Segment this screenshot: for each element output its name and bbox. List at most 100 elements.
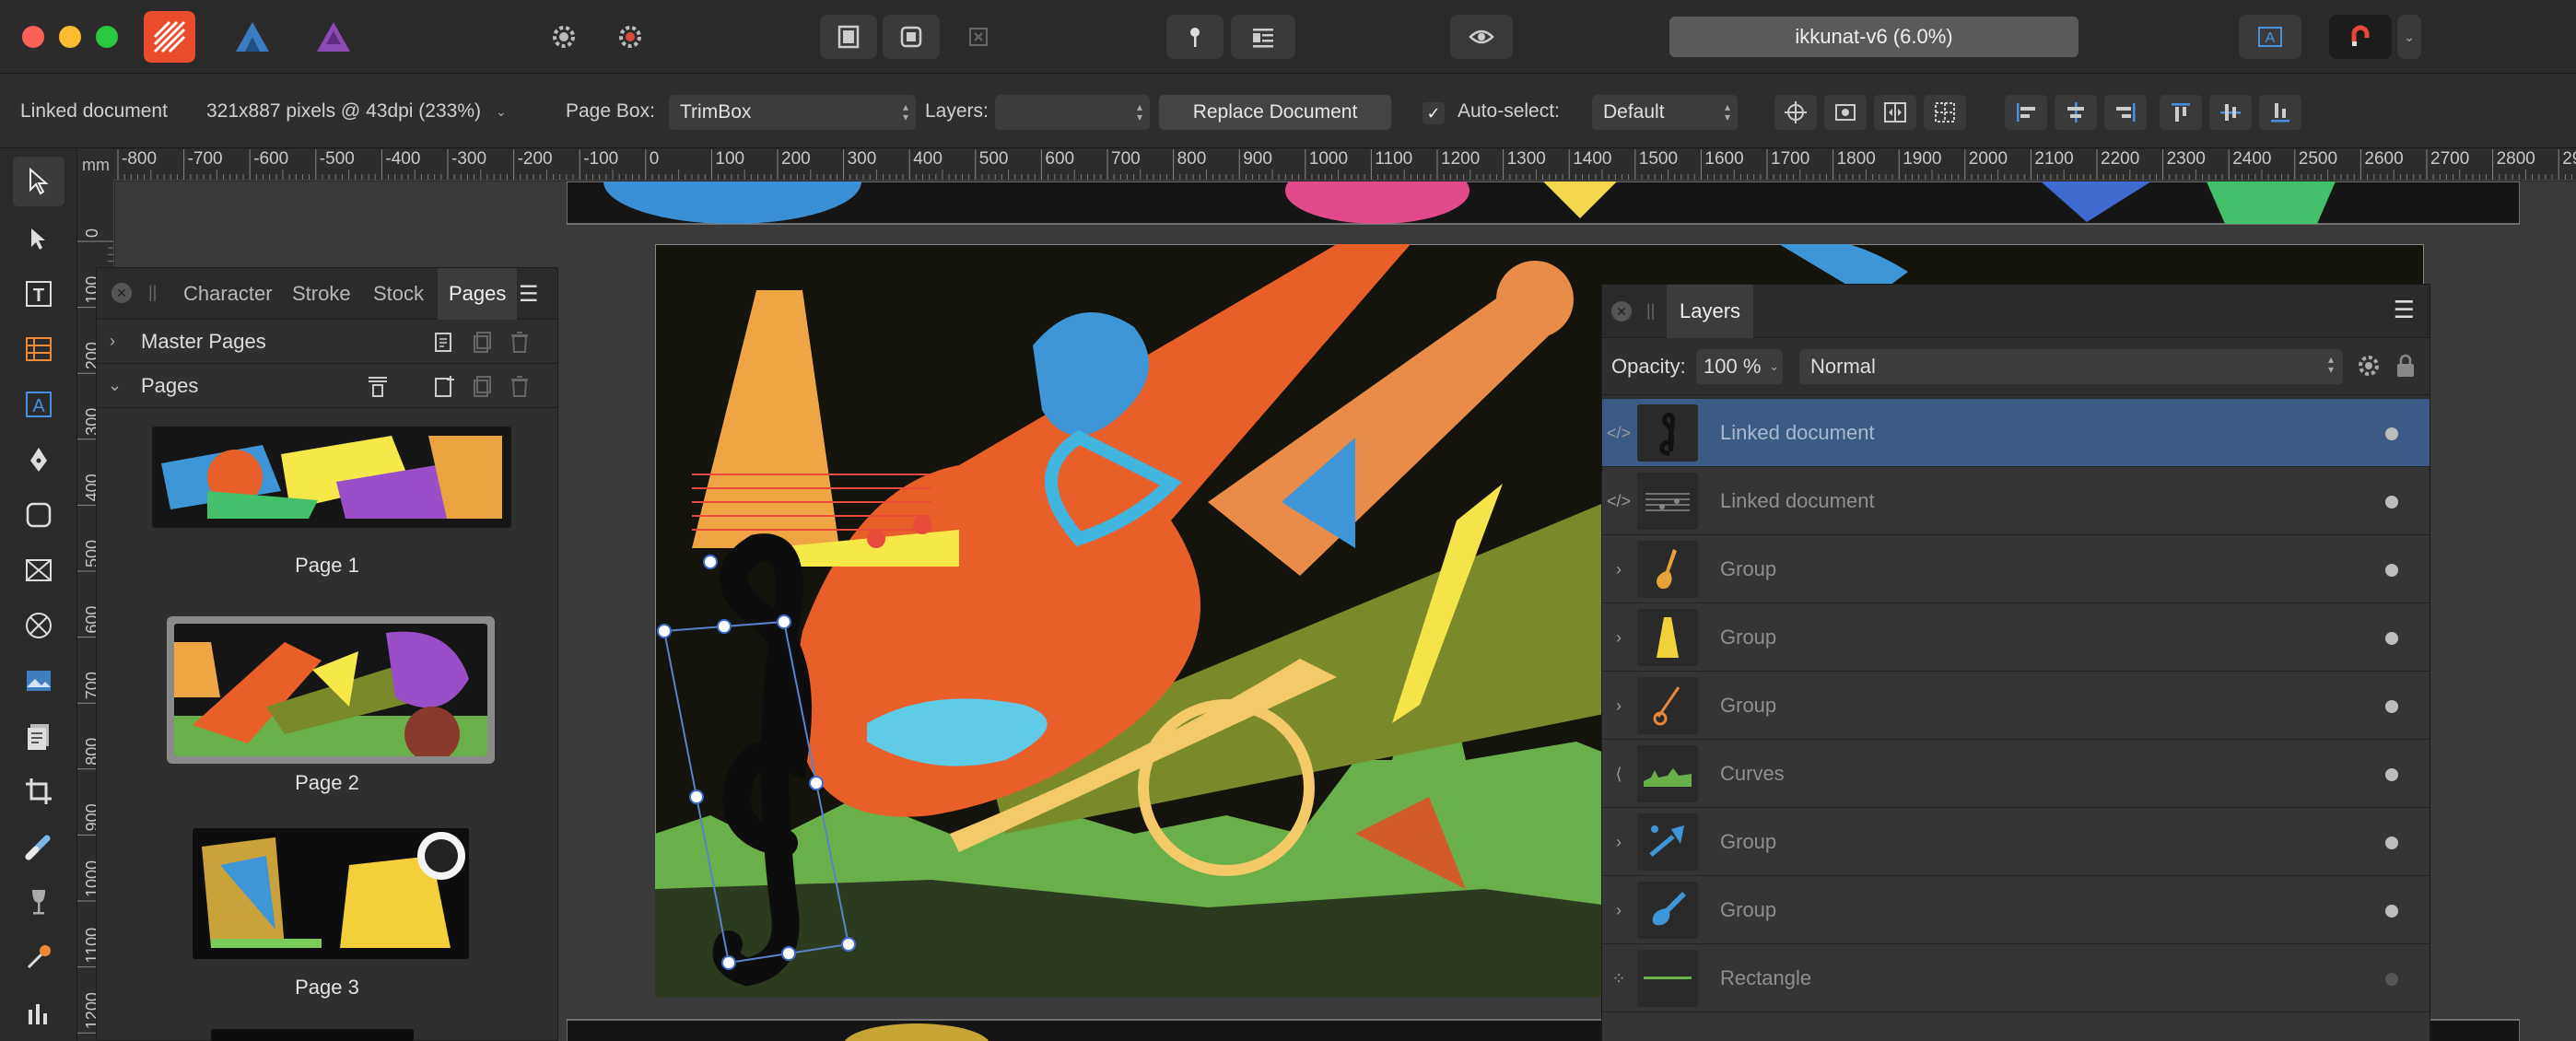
align-left-button[interactable] [2005, 95, 2047, 130]
visibility-dot-icon[interactable] [2385, 836, 2398, 849]
layer-row[interactable]: </> Linked document [1602, 399, 2430, 467]
pages-section[interactable]: ⌄ Pages [97, 364, 557, 408]
trash-icon[interactable] [508, 374, 532, 398]
layer-row[interactable]: › Group [1602, 603, 2430, 672]
layer-row[interactable]: › Group [1602, 672, 2430, 740]
visibility-dot-icon[interactable] [2385, 632, 2398, 645]
visibility-dot-icon[interactable] [2385, 973, 2398, 986]
page-4-preview-partial[interactable] [211, 1029, 414, 1041]
page-thumbnail-2[interactable]: Page 2 [97, 616, 557, 801]
layers-select[interactable]: ▴ ▾ [995, 95, 1150, 130]
preferences-button[interactable] [534, 15, 593, 59]
gear-icon[interactable] [2356, 353, 2382, 379]
crop-tool[interactable] [13, 766, 64, 816]
designer-persona-button[interactable] [227, 11, 278, 63]
align-middle-button[interactable] [2209, 95, 2252, 130]
drag-handle-icon[interactable]: || [1646, 301, 1655, 321]
add-master-page-icon[interactable] [432, 330, 456, 354]
drag-handle-icon[interactable]: || [148, 283, 157, 302]
document-dimensions-dropdown[interactable]: 321x887 pixels @ 43dpi (233%) ⌄ [206, 75, 507, 148]
guides-button[interactable] [958, 15, 999, 59]
duplicate-icon[interactable] [471, 330, 495, 354]
hamburger-menu-icon[interactable]: ☰ [2394, 296, 2415, 324]
align-center-button[interactable] [2055, 95, 2097, 130]
visibility-dot-icon[interactable] [2385, 700, 2398, 713]
tab-layers[interactable]: Layers [1667, 285, 1754, 338]
picture-frame-tool[interactable] [13, 545, 64, 595]
blend-mode-select[interactable]: Normal ▴ ▾ [1799, 349, 2343, 384]
visibility-dot-icon[interactable] [2385, 427, 2398, 440]
bar-chart-tool[interactable] [13, 988, 64, 1037]
auto-select-checkbox[interactable]: ✓ [1423, 102, 1445, 124]
lock-icon[interactable] [2395, 353, 2417, 379]
move-tool[interactable] [13, 157, 64, 206]
chevron-right-icon[interactable]: › [1610, 876, 1628, 944]
chevron-right-icon[interactable]: › [110, 332, 115, 351]
chevron-right-icon[interactable]: › [1610, 603, 1628, 672]
tab-stroke[interactable]: Stroke [283, 268, 360, 320]
shape-tool[interactable] [13, 490, 64, 540]
duplicate-icon[interactable] [471, 374, 495, 398]
hamburger-menu-icon[interactable]: ☰ [519, 281, 539, 308]
publisher-persona-button[interactable] [144, 11, 195, 63]
visibility-dot-icon[interactable] [2385, 564, 2398, 577]
visibility-dot-icon[interactable] [2385, 905, 2398, 918]
layer-row[interactable]: ⁘ Rectangle [1602, 944, 2430, 1012]
window-minimize-button[interactable] [59, 26, 81, 48]
photo-persona-button[interactable] [308, 11, 359, 63]
layer-row[interactable]: › Group [1602, 808, 2430, 876]
pin-button[interactable] [1166, 15, 1224, 59]
layer-row[interactable]: ⟨ Curves [1602, 740, 2430, 808]
color-picker-tool[interactable] [13, 932, 64, 982]
tab-stock[interactable]: Stock [364, 268, 433, 320]
tab-character[interactable]: Character [174, 268, 282, 320]
node-tool[interactable] [13, 214, 64, 263]
layer-row[interactable]: › Group [1602, 535, 2430, 603]
frame-text-tool[interactable]: T [13, 269, 64, 319]
show-bounding-box-button[interactable] [1824, 95, 1867, 130]
layer-row[interactable]: </> Linked document [1602, 467, 2430, 535]
visibility-dot-icon[interactable] [2385, 496, 2398, 509]
window-close-button[interactable] [22, 26, 44, 48]
window-maximize-button[interactable] [96, 26, 118, 48]
close-icon[interactable]: ✕ [111, 283, 132, 303]
visibility-dot-icon[interactable] [2385, 768, 2398, 781]
align-right-button[interactable] [2104, 95, 2147, 130]
align-top-button[interactable] [2160, 95, 2202, 130]
chevron-right-icon[interactable]: › [1610, 808, 1628, 876]
close-icon[interactable]: ✕ [1611, 301, 1632, 322]
transform-origin-button[interactable] [1774, 95, 1817, 130]
text-style-button[interactable]: A [2239, 15, 2301, 59]
chevron-right-icon[interactable]: › [1610, 672, 1628, 740]
layer-row-partial[interactable] [1602, 1012, 2430, 1041]
replace-document-button[interactable]: Replace Document [1159, 95, 1391, 130]
trash-icon[interactable] [508, 330, 532, 354]
ellipse-frame-tool[interactable] [13, 601, 64, 650]
preview-mode-button[interactable] [1450, 15, 1513, 59]
fill-tool[interactable] [13, 822, 64, 871]
snapping-settings-button[interactable] [601, 15, 660, 59]
pen-tool[interactable] [13, 435, 64, 485]
snapping-dropdown-button[interactable]: ⌄ [2397, 15, 2421, 59]
selection-box-button[interactable] [1924, 95, 1966, 130]
auto-select-select[interactable]: Default ▴ ▾ [1592, 95, 1738, 130]
tab-pages[interactable]: Pages [438, 268, 518, 320]
page-box-select[interactable]: TrimBox ▴ ▾ [669, 95, 916, 130]
transparency-tool[interactable] [13, 877, 64, 927]
master-pages-section[interactable]: › Master Pages [97, 320, 557, 364]
place-image-tool[interactable] [13, 656, 64, 706]
insert-pages-icon[interactable] [366, 374, 390, 398]
table-tool[interactable] [13, 324, 64, 374]
page-thumbnail-1[interactable]: Page 1 [97, 425, 557, 600]
horizontal-ruler[interactable]: -800 -700 -600 -500 -400 -300 -200 -100 0 100 200 3… [77, 149, 2576, 181]
chevron-right-icon[interactable]: › [1610, 535, 1628, 603]
text-wrap-button[interactable] [1231, 15, 1295, 59]
place-document-tool[interactable] [13, 711, 64, 761]
snapping-button[interactable] [2329, 15, 2392, 59]
add-page-icon[interactable] [432, 374, 456, 398]
view-mode-button[interactable] [820, 15, 877, 59]
opacity-field[interactable]: 100 % ⌄ [1696, 349, 1783, 384]
clip-to-canvas-button[interactable] [883, 15, 940, 59]
chevron-down-icon[interactable]: ⌄ [108, 376, 122, 395]
page-thumbnail-3[interactable]: Page 3 [97, 828, 557, 1012]
